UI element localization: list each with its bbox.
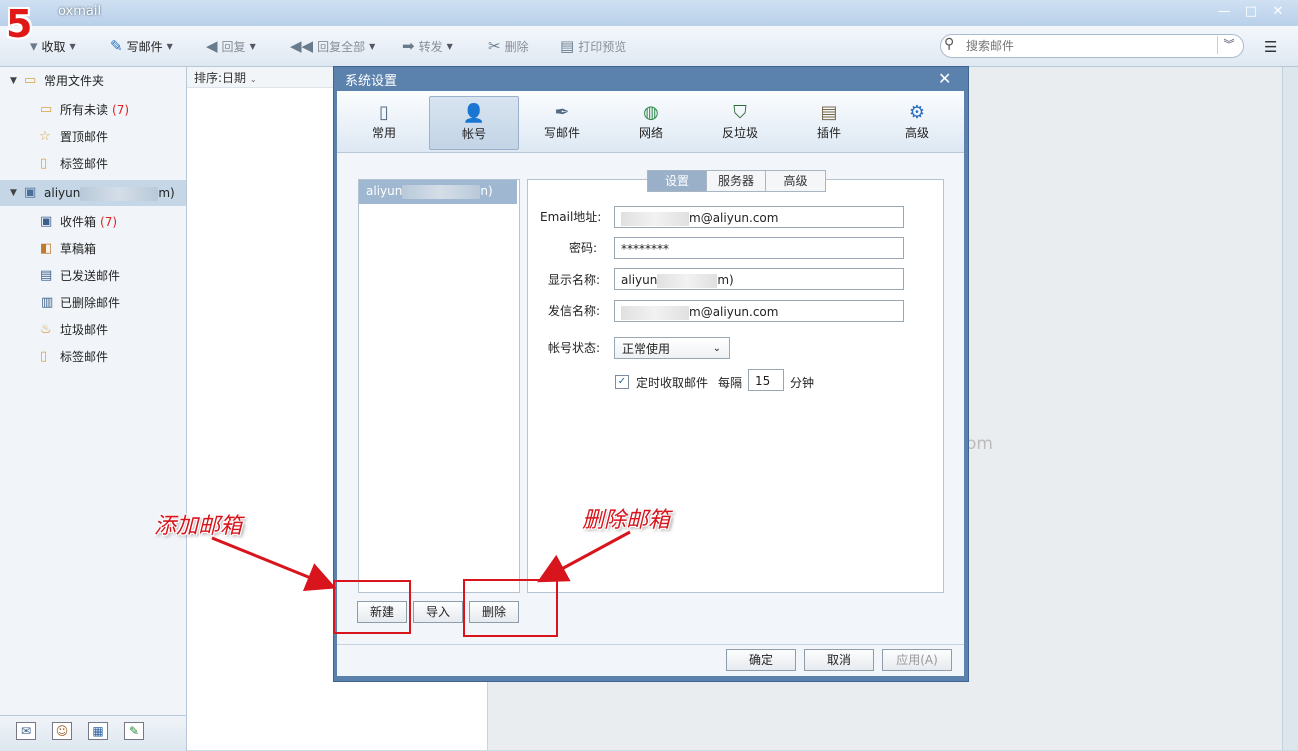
arrow-to-new-button	[211, 536, 337, 592]
annotation-arrows	[211, 530, 631, 592]
step-badge: 5	[6, 2, 33, 46]
arrow-to-delete-button	[537, 530, 631, 583]
